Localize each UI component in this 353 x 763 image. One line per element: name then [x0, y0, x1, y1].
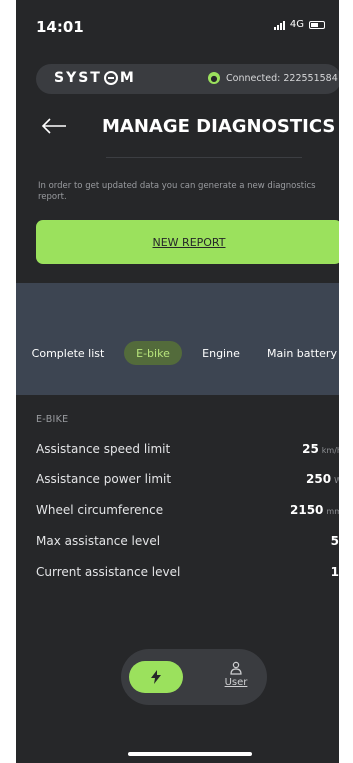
connection-text: Connected: 222551584 — [226, 72, 338, 84]
new-report-button[interactable]: NEW REPORT — [36, 220, 339, 264]
row-value-group: 250 W — [306, 468, 339, 487]
page-title: MANAGE DIAGNOSTICS — [102, 116, 336, 137]
nav-user-label: User — [224, 677, 248, 688]
app-screen: 14:01 4G SYST M ● Connected: 222551584 MA… — [16, 0, 339, 763]
connection-status[interactable]: ● Connected: 222551584 — [208, 72, 338, 84]
back-button[interactable] — [40, 116, 68, 136]
row-label: Assistance speed limit — [36, 442, 171, 456]
category-tabs: Complete list E-bike Engine Main battery — [16, 341, 339, 365]
row-value-group: 25km/h — [302, 438, 339, 457]
home-indicator — [128, 752, 252, 756]
status-indicators: 4G — [273, 19, 325, 30]
data-row: Wheel circumference 2150 mm — [36, 499, 339, 519]
data-row: Assistance speed limit 25km/h — [36, 438, 339, 458]
row-label: Assistance power limit — [36, 472, 172, 486]
header-bar: SYST M ● Connected: 222551584 — [36, 64, 339, 94]
tab-e-bike[interactable]: E-bike — [124, 341, 182, 365]
row-label: Max assistance level — [36, 534, 161, 548]
nav-user-button[interactable]: User — [216, 661, 256, 697]
section-label: E-BIKE — [36, 414, 69, 425]
tab-main-battery[interactable]: Main battery — [261, 341, 339, 365]
data-row: Max assistance level 5 — [36, 530, 339, 550]
row-label: Wheel circumference — [36, 503, 164, 517]
row-value-group: 5 — [331, 530, 339, 549]
arrow-left-icon — [41, 118, 66, 134]
divider — [106, 157, 302, 158]
tab-complete-list[interactable]: Complete list — [26, 341, 110, 365]
user-icon — [230, 661, 242, 675]
tab-engine[interactable]: Engine — [194, 341, 248, 365]
status-bar: 14:01 4G — [16, 0, 339, 50]
row-unit: km/h — [321, 446, 339, 455]
bolt-icon — [151, 670, 161, 684]
row-unit: mm — [326, 507, 339, 516]
data-row: Current assistance level 1 — [36, 561, 339, 581]
status-time: 14:01 — [36, 18, 84, 36]
info-text: In order to get updated data you can gen… — [38, 181, 316, 202]
brand-logo: SYST M — [54, 70, 136, 86]
row-value: 5 — [330, 534, 339, 548]
signal-icon — [273, 20, 285, 30]
tabs-band — [16, 283, 339, 395]
nav-home-button[interactable] — [129, 661, 183, 693]
battery-icon — [309, 20, 325, 29]
row-value: 25 — [302, 442, 319, 456]
row-label: Current assistance level — [36, 565, 181, 579]
row-value: 2150 — [290, 503, 324, 517]
row-value-group: 2150 mm — [290, 499, 339, 518]
bottom-navigation: User — [121, 649, 267, 705]
row-value-group: 1 — [331, 561, 339, 580]
data-row: Assistance power limit 250 W — [36, 468, 339, 488]
row-value: 250 — [306, 472, 332, 486]
row-unit: W — [334, 476, 339, 485]
connected-icon: ● — [208, 72, 220, 84]
row-value: 1 — [330, 565, 339, 579]
network-label: 4G — [289, 19, 304, 30]
